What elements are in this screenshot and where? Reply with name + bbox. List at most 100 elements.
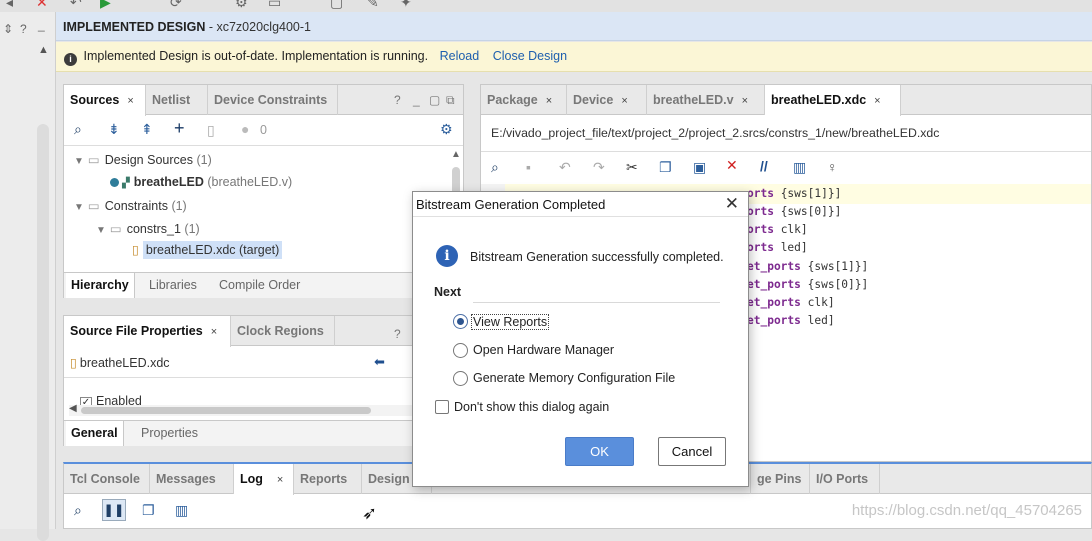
- tab-sources[interactable]: Sources ×: [64, 85, 146, 116]
- gear-icon[interactable]: ⚙: [440, 121, 453, 138]
- minimize-icon[interactable]: _: [413, 93, 420, 107]
- tab-log[interactable]: Log ×: [234, 464, 294, 495]
- cut-icon[interactable]: ✂: [626, 159, 638, 176]
- search-icon[interactable]: ⌕: [74, 502, 82, 519]
- rail-expand-icon[interactable]: ⇕: [3, 22, 13, 36]
- tree-design-sources[interactable]: ▼ ▭ Design Sources (1): [74, 152, 212, 167]
- cancel-button[interactable]: Cancel: [658, 437, 726, 466]
- ok-button[interactable]: OK: [565, 437, 634, 466]
- scroll-left-icon[interactable]: ◀: [69, 403, 77, 414]
- run-icon[interactable]: ▶: [100, 0, 111, 11]
- code-line[interactable]: orts clk]: [747, 223, 808, 236]
- float-icon[interactable]: ⧉: [446, 93, 455, 108]
- dont-show-again-label[interactable]: Don't show this dialog again: [454, 400, 609, 414]
- tab-source-file-properties[interactable]: Source File Properties ×: [64, 316, 231, 347]
- undo-icon[interactable]: ↶: [70, 0, 82, 11]
- search-icon[interactable]: ⌕: [74, 121, 82, 138]
- reload-link[interactable]: Reload: [440, 49, 480, 63]
- tab-netlist[interactable]: Netlist: [146, 85, 208, 115]
- subtab-compile-order[interactable]: Compile Order: [214, 273, 305, 298]
- close-project-icon[interactable]: ✕: [36, 0, 48, 11]
- copy-icon[interactable]: ❐: [659, 159, 672, 176]
- close-icon[interactable]: ×: [546, 95, 552, 107]
- open-hardware-manager-radio[interactable]: [453, 343, 468, 358]
- add-source-icon[interactable]: +: [174, 118, 185, 139]
- chevron-down-icon[interactable]: ▼: [74, 156, 84, 167]
- rail-scrollbar[interactable]: [37, 124, 49, 541]
- view-reports-radio[interactable]: [453, 314, 468, 329]
- tab-tcl-console[interactable]: Tcl Console: [64, 464, 150, 494]
- columns-icon[interactable]: ▥: [793, 159, 806, 176]
- tab-clock-regions[interactable]: Clock Regions: [231, 316, 335, 346]
- subtab-properties[interactable]: Properties: [136, 421, 203, 446]
- help-icon[interactable]: ?: [394, 327, 401, 341]
- toolbar-doc-icon[interactable]: ▭: [268, 0, 281, 11]
- tab-breatheled-xdc[interactable]: breatheLED.xdc ×: [765, 85, 901, 116]
- subtab-hierarchy[interactable]: Hierarchy: [66, 273, 135, 298]
- close-icon[interactable]: ×: [127, 95, 133, 107]
- undo-icon[interactable]: ↶: [559, 159, 571, 176]
- close-icon[interactable]: ×: [742, 95, 748, 107]
- close-design-link[interactable]: Close Design: [493, 49, 567, 63]
- generate-memory-config-radio[interactable]: [453, 371, 468, 386]
- tab-reports[interactable]: Reports: [294, 464, 362, 494]
- back-arrow-icon[interactable]: ⬅: [374, 354, 385, 370]
- search-icon[interactable]: ⌕: [491, 159, 499, 176]
- save-icon[interactable]: ▪: [526, 159, 531, 175]
- scroll-up-icon[interactable]: ▲: [38, 44, 49, 56]
- help-icon[interactable]: ?: [394, 93, 401, 107]
- copy-icon[interactable]: ❐: [142, 502, 155, 519]
- toolbar-debug-icon[interactable]: ✦: [400, 0, 412, 11]
- toolbar-lock-icon[interactable]: ▢: [330, 0, 343, 11]
- maximize-icon[interactable]: ▢: [429, 93, 440, 107]
- toolbar-arrow-icon[interactable]: ◂: [6, 0, 13, 11]
- code-line[interactable]: et_ports {sws[1]}]: [747, 260, 868, 273]
- toolbar-pin-icon[interactable]: ✎: [367, 0, 379, 11]
- tab-breatheled-v[interactable]: breatheLED.v ×: [647, 85, 765, 115]
- code-line[interactable]: orts {sws[1]}]: [747, 187, 841, 200]
- refresh-icon[interactable]: ⟳: [170, 0, 182, 11]
- code-line[interactable]: et_ports led]: [747, 314, 835, 327]
- rail-help-icon[interactable]: ?: [20, 22, 27, 36]
- code-line[interactable]: orts led]: [747, 241, 808, 254]
- code-line[interactable]: et_ports clk]: [747, 296, 835, 309]
- pause-icon[interactable]: ❚❚: [102, 499, 126, 521]
- close-icon[interactable]: ×: [874, 95, 880, 107]
- dont-show-again-checkbox[interactable]: [435, 400, 449, 414]
- redo-icon[interactable]: ↷: [593, 159, 605, 176]
- view-reports-label[interactable]: View Reports: [471, 314, 550, 330]
- open-hardware-manager-label[interactable]: Open Hardware Manager: [473, 343, 614, 357]
- tree-top-module[interactable]: ▞ breatheLED (breatheLED.v): [110, 175, 292, 189]
- tab-device[interactable]: Device ×: [567, 85, 647, 115]
- rail-minimize-icon[interactable]: _: [38, 18, 45, 32]
- close-icon[interactable]: ×: [277, 474, 283, 486]
- dialog-close-icon[interactable]: ✕: [725, 194, 739, 214]
- horizontal-scrollbar[interactable]: ◀: [69, 403, 413, 416]
- close-icon[interactable]: ×: [621, 95, 627, 107]
- paste-icon[interactable]: ▣: [693, 159, 706, 176]
- tree-xdc-file[interactable]: ▯ breatheLED.xdc (target): [132, 241, 283, 259]
- chevron-down-icon[interactable]: ▼: [74, 202, 84, 213]
- tree-constraints[interactable]: ▼ ▭ Constraints (1): [74, 198, 187, 213]
- code-line[interactable]: orts {sws[0]}]: [747, 205, 841, 218]
- tab-package-pins[interactable]: ge Pins: [750, 464, 810, 494]
- subtab-libraries[interactable]: Libraries: [144, 273, 202, 298]
- generate-memory-config-label[interactable]: Generate Memory Configuration File: [473, 371, 675, 385]
- hierarchy-update-icon[interactable]: ▯: [207, 122, 215, 139]
- tab-device-constraints[interactable]: Device Constraints: [208, 85, 338, 115]
- lightbulb-icon[interactable]: ♀: [827, 159, 838, 175]
- settings-icon[interactable]: ⚙: [235, 0, 248, 11]
- expand-all-icon[interactable]: ⇞: [141, 121, 153, 138]
- delete-icon[interactable]: ✕: [726, 157, 738, 174]
- columns-icon[interactable]: ▥: [175, 502, 188, 519]
- tree-constrs-1[interactable]: ▼ ▭ constrs_1 (1): [96, 221, 200, 236]
- tab-messages[interactable]: Messages: [150, 464, 234, 494]
- code-line[interactable]: et_ports {sws[0]}]: [747, 278, 868, 291]
- scroll-up-icon[interactable]: ▲: [451, 149, 461, 160]
- tab-io-ports[interactable]: I/O Ports: [810, 464, 880, 494]
- enabled-checkbox[interactable]: ✓: [80, 397, 92, 405]
- chevron-down-icon[interactable]: ▼: [96, 225, 106, 236]
- subtab-general[interactable]: General: [66, 421, 124, 446]
- enabled-checkbox-row[interactable]: ✓ Enabled: [80, 394, 142, 405]
- scroll-thumb[interactable]: [81, 407, 371, 414]
